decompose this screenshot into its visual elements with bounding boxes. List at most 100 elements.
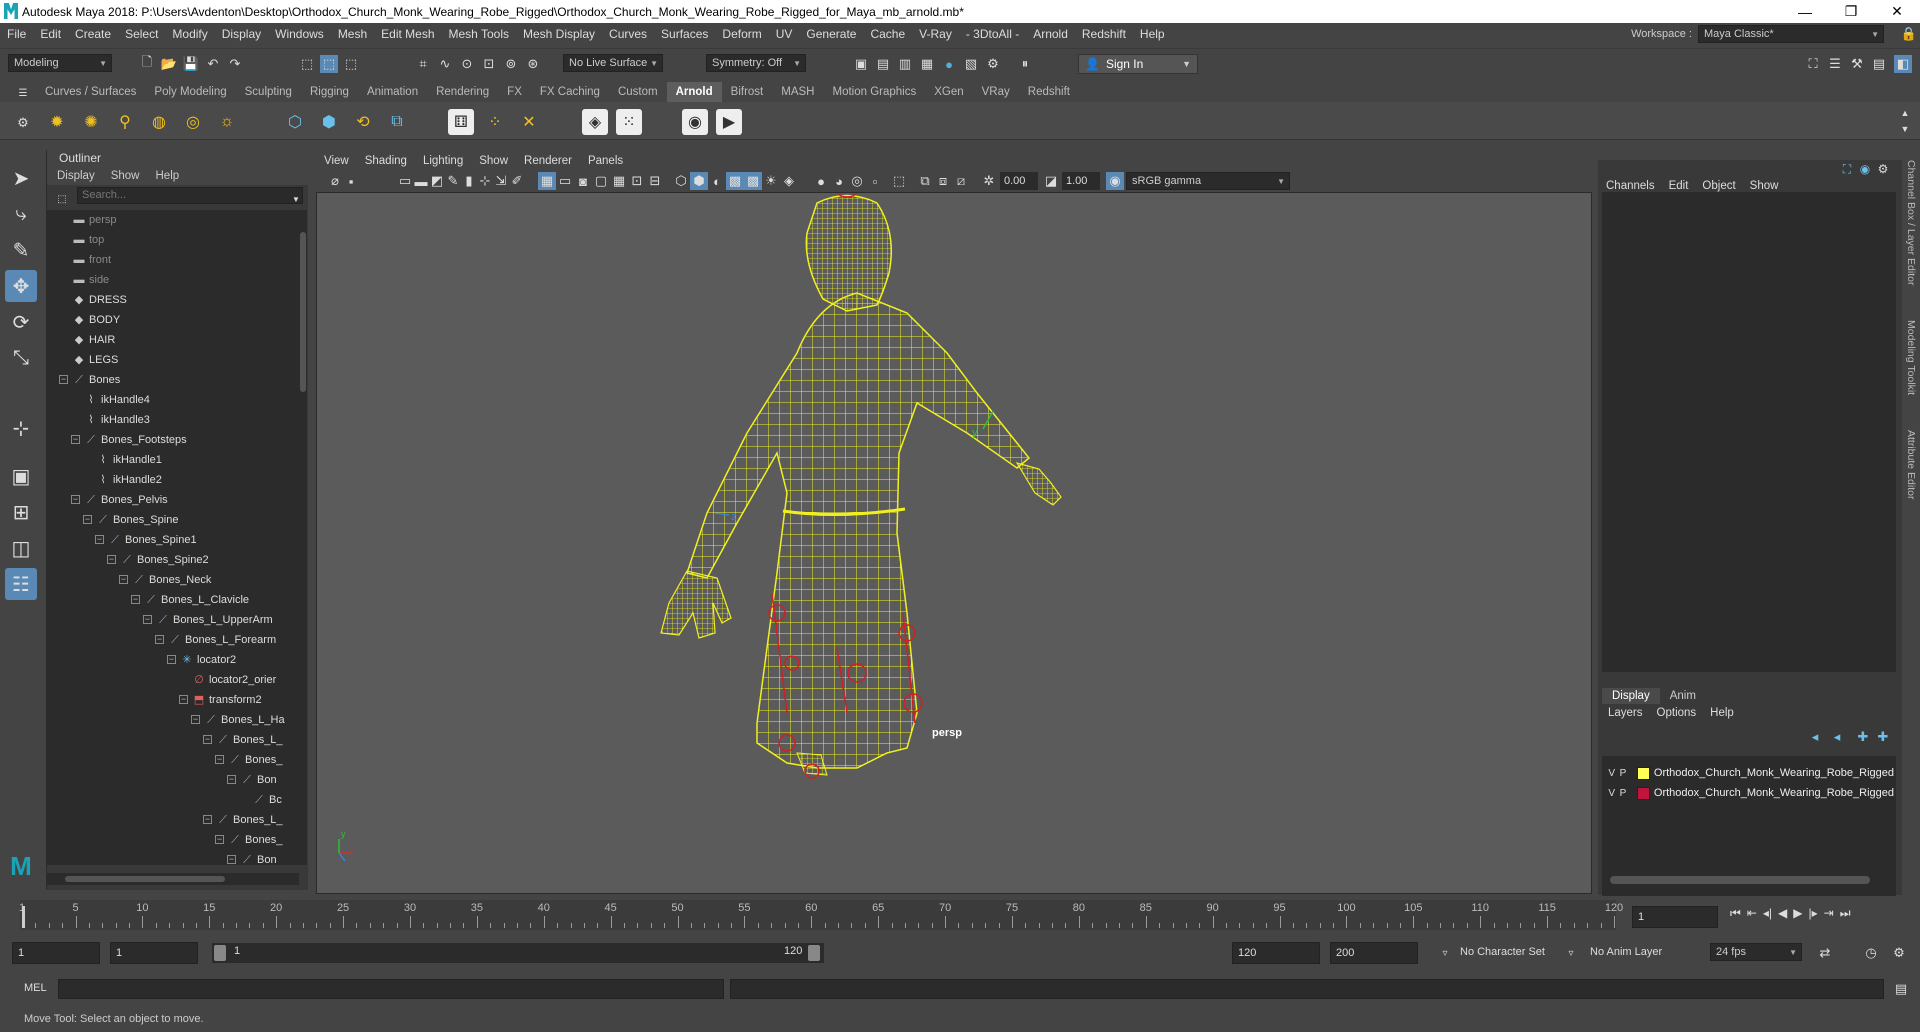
shelf-scroll-down-icon[interactable]: ▼ [1896,120,1914,138]
overscan-icon[interactable]: ▦ [610,172,628,190]
layer-visibility-toggle[interactable]: V [1606,788,1617,799]
manipulator-icon[interactable]: ⊹ [5,412,37,444]
render-setup-icon[interactable]: ⚙ [984,55,1002,73]
tab-anim[interactable]: Anim [1660,688,1706,704]
anim-layer-icon[interactable]: ▿ [1562,944,1580,962]
ortho-icon[interactable]: ⊟ [646,172,664,190]
layer-color-swatch[interactable] [1636,766,1650,780]
outliner-row[interactable]: ⌇ ikHandle4 [47,390,299,410]
outliner-horizontal-scrollbar[interactable] [47,873,299,885]
tab-fx[interactable]: FX [498,82,531,102]
collapse-toggle-icon[interactable]: − [215,835,224,844]
attribute-icon-small[interactable]: ◉ [1856,160,1874,178]
workspace-dropdown[interactable]: Maya Classic* [1698,25,1884,43]
color-space-dropdown[interactable]: sRGB gamma [1126,172,1290,190]
xray-joints-icon[interactable]: ⧉ [916,172,934,190]
monk-wireframe-model[interactable] [660,194,1062,776]
rotate-tool-icon[interactable]: ⟳ [5,306,37,338]
collapse-toggle-icon[interactable]: − [143,615,152,624]
scale-tool-icon[interactable]: ⤡ [5,342,37,374]
render-settings-icon[interactable]: ▦ [918,55,936,73]
live-surface-field[interactable]: No Live Surface [563,54,663,72]
go-to-end-icon[interactable]: ⏭ [1840,906,1851,921]
tab-bifrost[interactable]: Bifrost [722,82,773,102]
menu-mesh[interactable]: Mesh [331,27,374,41]
menu-edit-mesh[interactable]: Edit Mesh [374,27,441,41]
outliner-toggle-icon[interactable]: ◧ [1894,55,1912,73]
undo-icon[interactable]: ↶ [204,55,222,73]
collapse-toggle-icon[interactable]: − [227,775,236,784]
render-view-icon[interactable]: ▧ [962,55,980,73]
attribute-editor-icon[interactable]: ☰ [1826,55,1844,73]
layer-playback-toggle[interactable]: P [1617,788,1628,799]
menu-deform[interactable]: Deform [715,27,768,41]
menu-modify[interactable]: Modify [165,27,214,41]
menu-select[interactable]: Select [118,27,165,41]
tab-rendering[interactable]: Rendering [427,82,498,102]
textured-icon[interactable]: ▩ [726,172,744,190]
export-standin-icon[interactable]: ⧉ [384,109,410,135]
outliner-row[interactable]: − ⟋ Bones_Pelvis [47,490,299,510]
collapse-toggle-icon[interactable]: − [131,595,140,604]
new-scene-icon[interactable]: 🗋 [138,54,156,73]
outliner-row[interactable]: ∅ locator2_orier [47,670,299,690]
exposure-icon[interactable]: ✲ [980,172,998,190]
safe-title-icon[interactable]: ◙ [574,172,592,190]
heads-up-icon[interactable]: ▢ [592,172,610,190]
collapse-toggle-icon[interactable]: − [203,815,212,824]
loop-icon[interactable]: ⇄ [1816,944,1834,962]
outliner-row[interactable]: − ⟋ Bones_L_Forearm [47,630,299,650]
open-scene-icon[interactable]: 📂 [160,55,178,73]
menu-generate[interactable]: Generate [799,27,863,41]
play-backwards-icon[interactable]: ◀ [1778,906,1787,921]
render-view-eye-icon[interactable]: ◉ [682,109,708,135]
step-back-key-icon[interactable]: ⇤ [1747,906,1757,921]
outliner-row[interactable]: − ⟋ Bon [47,850,299,865]
collapse-toggle-icon[interactable]: − [203,735,212,744]
skydome-light-icon[interactable]: ◍ [146,109,172,135]
command-input[interactable] [58,979,724,999]
script-language-label[interactable]: MEL [24,982,47,994]
four-view-layout-icon[interactable]: ⊞ [5,496,37,528]
menu-file[interactable]: File [0,27,33,41]
menu-arnold[interactable]: Arnold [1026,27,1075,41]
step-forward-key-icon[interactable]: ⇥ [1824,906,1834,921]
collapse-toggle-icon[interactable]: − [191,715,200,724]
render-play-icon[interactable]: ▶ [716,109,742,135]
outliner-row[interactable]: ▬ top [47,230,299,250]
gamma-field[interactable]: 1.00 [1062,172,1100,190]
viewport-menu-renderer[interactable]: Renderer [516,152,580,170]
menu-uv[interactable]: UV [769,27,800,41]
shelf-menu-icon[interactable]: ☰ [14,84,32,102]
outliner-row[interactable]: − ⟋ Bones_ [47,830,299,850]
tab-redshift[interactable]: Redshift [1019,82,1079,102]
go-to-start-icon[interactable]: ⏮ [1730,906,1741,921]
collapse-toggle-icon[interactable]: − [179,695,188,704]
minimize-button[interactable]: — [1782,0,1828,23]
tab-arnold[interactable]: Arnold [666,82,722,102]
maximize-button[interactable]: ❐ [1828,0,1874,23]
edit-menu[interactable]: Edit [1669,180,1689,192]
outliner-row[interactable]: ⌇ ikHandle1 [47,450,299,470]
isolate-select-icon[interactable]: ▫ [866,172,884,190]
step-forward-frame-icon[interactable]: |▸ [1808,906,1817,921]
snap-point-icon[interactable]: ⊙ [458,55,476,73]
pause-icon[interactable]: ⏸ [1016,55,1034,73]
resolution-icon[interactable]: ⊡ [628,172,646,190]
collapse-toggle-icon[interactable]: − [83,515,92,524]
shadows-icon[interactable]: ☀ [762,172,780,190]
mesh-light-icon[interactable]: ✺ [78,109,104,135]
outliner-row[interactable]: − ⟋ Bon [47,770,299,790]
tab-rigging[interactable]: Rigging [301,82,358,102]
channels-menu[interactable]: Channels [1606,180,1655,192]
outliner-row[interactable]: − ✳ locator2 [47,650,299,670]
symmetry-dropdown[interactable]: Symmetry: Off [706,54,806,72]
snap-grid-icon[interactable]: ⌗ [414,55,432,73]
show-menu[interactable]: Show [1750,180,1779,192]
outliner-row[interactable]: − ⟋ Bones [47,370,299,390]
collapse-toggle-icon[interactable]: − [95,535,104,544]
tool-settings-icon[interactable]: ⚒ [1848,55,1866,73]
new-layer-icon[interactable]: ✚ [1854,728,1872,746]
tab-vray[interactable]: VRay [973,82,1019,102]
step-back-frame-icon[interactable]: ◂| [1763,906,1772,921]
